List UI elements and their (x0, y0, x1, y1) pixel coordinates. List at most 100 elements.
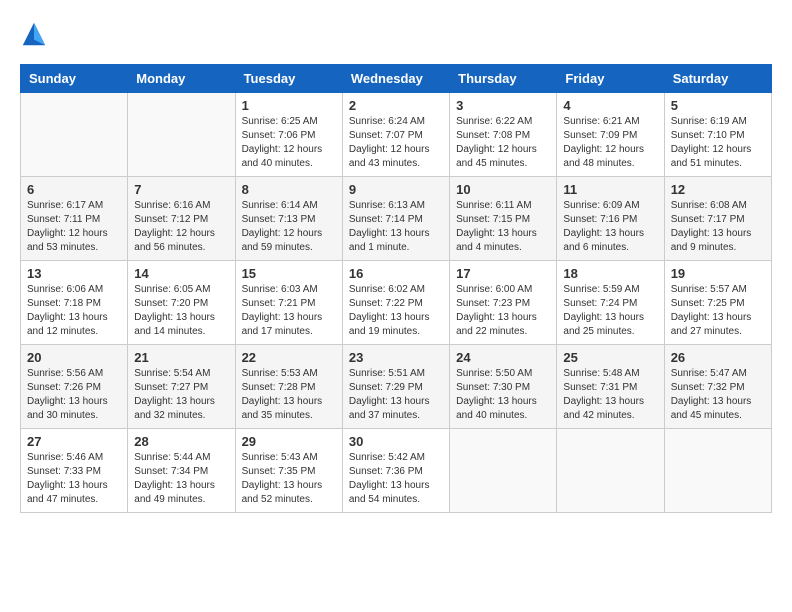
calendar-cell: 9 Sunrise: 6:13 AMSunset: 7:14 PMDaylight… (342, 177, 449, 261)
cell-info: Sunrise: 6:00 AMSunset: 7:23 PMDaylight:… (456, 283, 550, 339)
calendar-week-row: 20 Sunrise: 5:56 AMSunset: 7:26 PMDayligh… (21, 345, 772, 429)
cell-day-number: 17 (456, 266, 550, 281)
calendar-cell: 12 Sunrise: 6:08 AMSunset: 7:17 PMDayligh… (664, 177, 771, 261)
cell-info: Sunrise: 6:22 AMSunset: 7:08 PMDaylight:… (456, 115, 550, 171)
calendar-cell: 29Sunrise: 5:43 AMSunset: 7:35 PMDayligh… (235, 429, 342, 513)
calendar-week-row: 27 Sunrise: 5:46 AMSunset: 7:33 PMDayligh… (21, 429, 772, 513)
calendar-header-friday: Friday (557, 65, 664, 93)
logo (20, 20, 52, 48)
calendar-cell: 1Sunrise: 6:25 AMSunset: 7:06 PMDaylight… (235, 93, 342, 177)
calendar-cell: 3Sunrise: 6:22 AMSunset: 7:08 PMDaylight… (450, 93, 557, 177)
cell-info: Sunrise: 5:53 AMSunset: 7:28 PMDaylight:… (242, 367, 336, 423)
calendar-week-row: 13 Sunrise: 6:06 AMSunset: 7:18 PMDayligh… (21, 261, 772, 345)
calendar-cell: 18 Sunrise: 5:59 AMSunset: 7:24 PMDayligh… (557, 261, 664, 345)
cell-info: Sunrise: 5:56 AMSunset: 7:26 PMDaylight:… (27, 367, 121, 423)
cell-day-number: 18 (563, 266, 657, 281)
cell-info: Sunrise: 5:50 AMSunset: 7:30 PMDaylight:… (456, 367, 550, 423)
calendar-header-sunday: Sunday (21, 65, 128, 93)
calendar-cell: 24 Sunrise: 5:50 AMSunset: 7:30 PMDayligh… (450, 345, 557, 429)
cell-day-number: 15 (242, 266, 336, 281)
calendar-cell: 4 Sunrise: 6:21 AMSunset: 7:09 PMDaylight… (557, 93, 664, 177)
cell-day-number: 30 (349, 434, 443, 449)
cell-day-number: 19 (671, 266, 765, 281)
calendar-cell (450, 429, 557, 513)
calendar-cell: 26 Sunrise: 5:47 AMSunset: 7:32 PMDayligh… (664, 345, 771, 429)
cell-info: Sunrise: 5:42 AMSunset: 7:36 PMDaylight:… (349, 451, 443, 507)
cell-day-number: 12 (671, 182, 765, 197)
cell-day-number: 26 (671, 350, 765, 365)
calendar-cell: 25 Sunrise: 5:48 AMSunset: 7:31 PMDayligh… (557, 345, 664, 429)
cell-info: Sunrise: 6:11 AMSunset: 7:15 PMDaylight:… (456, 199, 550, 255)
calendar-cell: 20 Sunrise: 5:56 AMSunset: 7:26 PMDayligh… (21, 345, 128, 429)
cell-day-number: 21 (134, 350, 228, 365)
cell-day-number: 7 (134, 182, 228, 197)
calendar-cell: 6Sunrise: 6:17 AMSunset: 7:11 PMDaylight… (21, 177, 128, 261)
cell-info: Sunrise: 6:21 AMSunset: 7:09 PMDaylight:… (563, 115, 657, 171)
cell-info: Sunrise: 5:59 AMSunset: 7:24 PMDaylight:… (563, 283, 657, 339)
cell-info: Sunrise: 5:51 AMSunset: 7:29 PMDaylight:… (349, 367, 443, 423)
cell-day-number: 1 (242, 98, 336, 113)
cell-info: Sunrise: 5:57 AMSunset: 7:25 PMDaylight:… (671, 283, 765, 339)
cell-info: Sunrise: 6:06 AMSunset: 7:18 PMDaylight:… (27, 283, 121, 339)
calendar-cell: 27 Sunrise: 5:46 AMSunset: 7:33 PMDayligh… (21, 429, 128, 513)
calendar-cell: 11 Sunrise: 6:09 AMSunset: 7:16 PMDayligh… (557, 177, 664, 261)
cell-info: Sunrise: 6:24 AMSunset: 7:07 PMDaylight:… (349, 115, 443, 171)
calendar-cell: 13 Sunrise: 6:06 AMSunset: 7:18 PMDayligh… (21, 261, 128, 345)
calendar-cell (128, 93, 235, 177)
cell-info: Sunrise: 6:14 AMSunset: 7:13 PMDaylight:… (242, 199, 336, 255)
calendar-header-tuesday: Tuesday (235, 65, 342, 93)
cell-day-number: 20 (27, 350, 121, 365)
cell-day-number: 14 (134, 266, 228, 281)
calendar-cell: 19 Sunrise: 5:57 AMSunset: 7:25 PMDayligh… (664, 261, 771, 345)
cell-info: Sunrise: 6:05 AMSunset: 7:20 PMDaylight:… (134, 283, 228, 339)
calendar-cell (557, 429, 664, 513)
cell-info: Sunrise: 6:02 AMSunset: 7:22 PMDaylight:… (349, 283, 443, 339)
cell-info: Sunrise: 5:44 AMSunset: 7:34 PMDaylight:… (134, 451, 228, 507)
cell-info: Sunrise: 5:48 AMSunset: 7:31 PMDaylight:… (563, 367, 657, 423)
calendar-header-monday: Monday (128, 65, 235, 93)
cell-day-number: 23 (349, 350, 443, 365)
calendar-table: SundayMondayTuesdayWednesdayThursdayFrid… (20, 64, 772, 513)
cell-info: Sunrise: 6:17 AMSunset: 7:11 PMDaylight:… (27, 199, 121, 255)
cell-info: Sunrise: 6:16 AMSunset: 7:12 PMDaylight:… (134, 199, 228, 255)
cell-info: Sunrise: 6:08 AMSunset: 7:17 PMDaylight:… (671, 199, 765, 255)
cell-day-number: 2 (349, 98, 443, 113)
calendar-header-wednesday: Wednesday (342, 65, 449, 93)
cell-info: Sunrise: 6:19 AMSunset: 7:10 PMDaylight:… (671, 115, 765, 171)
cell-info: Sunrise: 5:54 AMSunset: 7:27 PMDaylight:… (134, 367, 228, 423)
calendar-cell: 16 Sunrise: 6:02 AMSunset: 7:22 PMDayligh… (342, 261, 449, 345)
cell-day-number: 13 (27, 266, 121, 281)
calendar-week-row: 1Sunrise: 6:25 AMSunset: 7:06 PMDaylight… (21, 93, 772, 177)
cell-info: Sunrise: 5:47 AMSunset: 7:32 PMDaylight:… (671, 367, 765, 423)
cell-day-number: 11 (563, 182, 657, 197)
calendar-cell: 10Sunrise: 6:11 AMSunset: 7:15 PMDayligh… (450, 177, 557, 261)
cell-day-number: 16 (349, 266, 443, 281)
calendar-cell: 21 Sunrise: 5:54 AMSunset: 7:27 PMDayligh… (128, 345, 235, 429)
cell-day-number: 27 (27, 434, 121, 449)
calendar-cell: 23 Sunrise: 5:51 AMSunset: 7:29 PMDayligh… (342, 345, 449, 429)
calendar-cell (21, 93, 128, 177)
calendar-cell: 8Sunrise: 6:14 AMSunset: 7:13 PMDaylight… (235, 177, 342, 261)
cell-info: Sunrise: 6:09 AMSunset: 7:16 PMDaylight:… (563, 199, 657, 255)
calendar-cell: 2 Sunrise: 6:24 AMSunset: 7:07 PMDaylight… (342, 93, 449, 177)
calendar-header-saturday: Saturday (664, 65, 771, 93)
cell-info: Sunrise: 6:13 AMSunset: 7:14 PMDaylight:… (349, 199, 443, 255)
calendar-cell: 15 Sunrise: 6:03 AMSunset: 7:21 PMDayligh… (235, 261, 342, 345)
calendar-cell: 17 Sunrise: 6:00 AMSunset: 7:23 PMDayligh… (450, 261, 557, 345)
calendar-cell (664, 429, 771, 513)
cell-info: Sunrise: 6:03 AMSunset: 7:21 PMDaylight:… (242, 283, 336, 339)
cell-day-number: 29 (242, 434, 336, 449)
page-header (20, 20, 772, 48)
cell-day-number: 4 (563, 98, 657, 113)
cell-day-number: 25 (563, 350, 657, 365)
calendar-cell: 30 Sunrise: 5:42 AMSunset: 7:36 PMDayligh… (342, 429, 449, 513)
cell-day-number: 9 (349, 182, 443, 197)
calendar-header-row: SundayMondayTuesdayWednesdayThursdayFrid… (21, 65, 772, 93)
calendar-cell: 7 Sunrise: 6:16 AMSunset: 7:12 PMDaylight… (128, 177, 235, 261)
calendar-cell: 14 Sunrise: 6:05 AMSunset: 7:20 PMDayligh… (128, 261, 235, 345)
cell-day-number: 22 (242, 350, 336, 365)
cell-info: Sunrise: 5:46 AMSunset: 7:33 PMDaylight:… (27, 451, 121, 507)
calendar-cell: 28Sunrise: 5:44 AMSunset: 7:34 PMDayligh… (128, 429, 235, 513)
cell-day-number: 24 (456, 350, 550, 365)
calendar-header-thursday: Thursday (450, 65, 557, 93)
